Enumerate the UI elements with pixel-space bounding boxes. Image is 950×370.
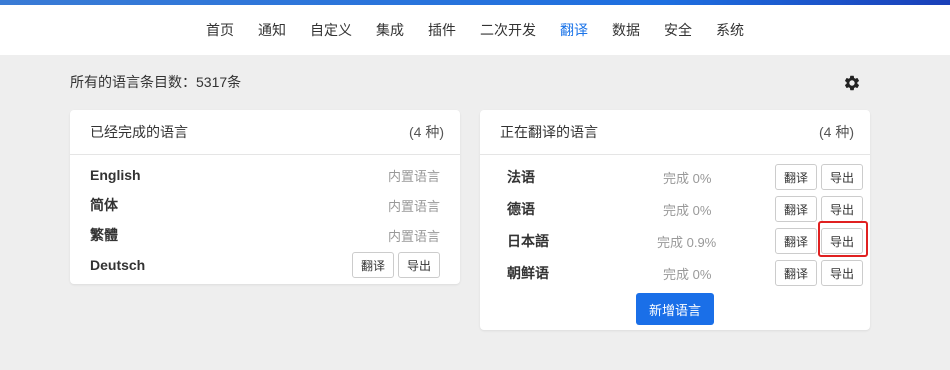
builtin-tag: 内置语言 bbox=[387, 228, 440, 244]
export-button[interactable]: 导出 bbox=[821, 196, 863, 222]
nav-item-system[interactable]: 系统 bbox=[704, 5, 756, 55]
add-language-button[interactable]: 新增语言 bbox=[636, 293, 714, 325]
language-row: 日本語 完成 0.9% 翻译 导出 bbox=[480, 226, 870, 256]
language-name: 简体 bbox=[90, 197, 118, 213]
nav-item-plugins[interactable]: 插件 bbox=[416, 5, 468, 55]
export-button[interactable]: 导出 bbox=[821, 228, 863, 254]
card-header: 正在翻译的语言 (4 种) bbox=[480, 110, 870, 155]
translate-button[interactable]: 翻译 bbox=[775, 196, 817, 222]
language-name: 朝鲜语 bbox=[507, 265, 549, 281]
builtin-tag: 内置语言 bbox=[387, 198, 440, 214]
nav-item-home[interactable]: 首页 bbox=[194, 5, 246, 55]
language-row: 朝鲜语 完成 0% 翻译 导出 bbox=[480, 258, 870, 288]
export-button[interactable]: 导出 bbox=[398, 252, 440, 278]
language-name: 日本語 bbox=[507, 233, 549, 249]
language-row: Deutsch 翻译 导出 bbox=[70, 250, 460, 280]
language-count: (4 种) bbox=[409, 124, 444, 140]
language-entry-summary: 所有的语言条目数：5317条 bbox=[70, 74, 242, 90]
language-name: 繁體 bbox=[90, 227, 118, 243]
language-row: 法语 完成 0% 翻译 导出 bbox=[480, 162, 870, 192]
translate-button[interactable]: 翻译 bbox=[775, 260, 817, 286]
export-button[interactable]: 导出 bbox=[821, 260, 863, 286]
in-progress-languages-card: 正在翻译的语言 (4 种) 法语 完成 0% 翻译 导出 德语 完成 0% 翻译… bbox=[480, 110, 870, 330]
translate-button[interactable]: 翻译 bbox=[775, 164, 817, 190]
completion-percent: 完成 0.9% bbox=[657, 234, 717, 250]
completed-languages-card: 已经完成的语言 (4 种) English 内置语言 简体 内置语言 繁體 内置… bbox=[70, 110, 460, 284]
card-title: 正在翻译的语言 bbox=[500, 124, 598, 140]
builtin-tag: 内置语言 bbox=[387, 168, 440, 184]
nav-item-customize[interactable]: 自定义 bbox=[298, 5, 364, 55]
top-nav: 首页 通知 自定义 集成 插件 二次开发 翻译 数据 安全 系统 bbox=[0, 5, 950, 55]
language-row: English 内置语言 bbox=[70, 160, 460, 190]
nav-item-development[interactable]: 二次开发 bbox=[468, 5, 548, 55]
language-row: 简体 内置语言 bbox=[70, 190, 460, 220]
language-name: English bbox=[90, 167, 141, 183]
translate-button[interactable]: 翻译 bbox=[775, 228, 817, 254]
translate-button[interactable]: 翻译 bbox=[352, 252, 394, 278]
nav-item-translation[interactable]: 翻译 bbox=[548, 5, 600, 55]
nav-item-security[interactable]: 安全 bbox=[652, 5, 704, 55]
export-button[interactable]: 导出 bbox=[821, 164, 863, 190]
language-row: 繁體 内置语言 bbox=[70, 220, 460, 250]
nav-item-integration[interactable]: 集成 bbox=[364, 5, 416, 55]
language-name: Deutsch bbox=[90, 257, 146, 273]
card-header: 已经完成的语言 (4 种) bbox=[70, 110, 460, 155]
language-count: (4 种) bbox=[819, 124, 854, 140]
nav-item-data[interactable]: 数据 bbox=[600, 5, 652, 55]
completion-percent: 完成 0% bbox=[663, 170, 712, 186]
gear-icon[interactable] bbox=[843, 74, 861, 92]
nav-item-notifications[interactable]: 通知 bbox=[246, 5, 298, 55]
language-name: 法语 bbox=[507, 169, 535, 185]
completion-percent: 完成 0% bbox=[663, 202, 712, 218]
completion-percent: 完成 0% bbox=[663, 266, 712, 282]
language-row: 德语 完成 0% 翻译 导出 bbox=[480, 194, 870, 224]
language-name: 德语 bbox=[507, 201, 535, 217]
card-title: 已经完成的语言 bbox=[90, 124, 188, 140]
